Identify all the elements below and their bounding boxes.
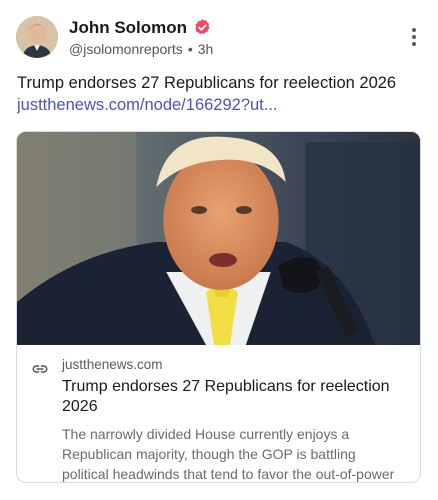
author-handle[interactable]: @jsolomonreports [69, 41, 183, 57]
avatar[interactable] [16, 16, 58, 58]
post-time[interactable]: 3h [198, 41, 214, 57]
link-title: Trump endorses 27 Republicans for reelec… [62, 378, 390, 415]
link-preview-card[interactable]: justthenews.com Trump endorses 27 Republ… [16, 131, 421, 483]
avatar-photo [16, 16, 58, 58]
more-vertical-icon[interactable] [402, 22, 426, 52]
post-text: Trump endorses 27 Republicans for reelec… [17, 74, 397, 92]
post-header: John Solomon @jsolomonreports • 3h [16, 14, 426, 60]
meta-separator: • [187, 40, 193, 57]
post-card: John Solomon @jsolomonreports • 3h Trump… [0, 0, 438, 500]
name-row: John Solomon [69, 18, 402, 38]
link-domain: justthenews.com [62, 357, 163, 372]
link-preview-image [17, 132, 420, 345]
link-preview-body: justthenews.com Trump endorses 27 Republ… [17, 345, 420, 482]
link-icon [32, 365, 48, 373]
author-name[interactable]: John Solomon [69, 18, 187, 38]
verified-badge-icon [195, 19, 210, 35]
post-meta: @jsolomonreports • 3h [69, 41, 402, 57]
author-info: John Solomon @jsolomonreports • 3h [69, 18, 402, 57]
post-link[interactable]: justthenews.com/node/166292?ut... [17, 95, 426, 116]
link-description: The narrowly divided House currently enj… [62, 426, 395, 482]
